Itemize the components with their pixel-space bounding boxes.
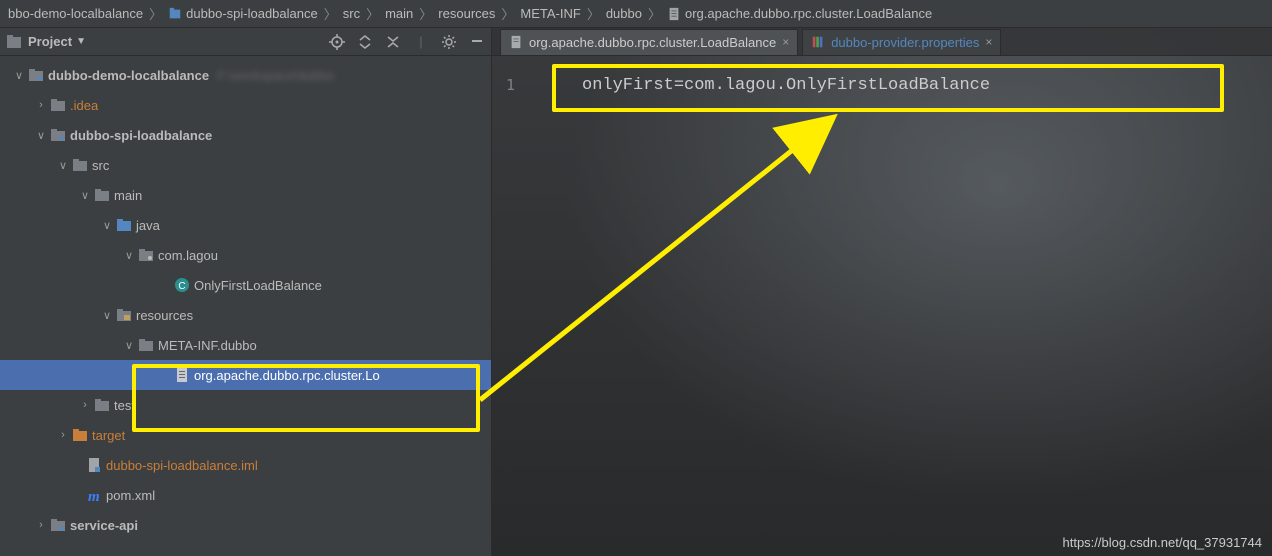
tree-item[interactable]: ∨ META-INF.dubbo: [0, 330, 491, 360]
crumb[interactable]: org.apache.dubbo.rpc.cluster.LoadBalance: [665, 6, 934, 21]
tree-item[interactable]: › service-api: [0, 510, 491, 540]
module-icon: [28, 67, 44, 83]
project-tree[interactable]: ∨ dubbo-demo-localbalance F:\workspace\d…: [0, 56, 491, 556]
module-icon: [168, 7, 182, 21]
crumb[interactable]: dubbo: [604, 6, 644, 21]
expand-all-icon[interactable]: [357, 34, 373, 50]
tree-item[interactable]: dubbo-spi-loadbalance.iml: [0, 450, 491, 480]
editor-tab-active[interactable]: org.apache.dubbo.rpc.cluster.LoadBalance…: [500, 29, 798, 55]
tree-root[interactable]: ∨ dubbo-demo-localbalance F:\workspace\d…: [0, 60, 491, 90]
folder-icon: [94, 397, 110, 413]
file-icon: [667, 7, 681, 21]
target-folder-icon: [72, 427, 88, 443]
iml-icon: [86, 457, 102, 473]
file-icon: [509, 35, 523, 49]
module-icon: [50, 517, 66, 533]
tree-item[interactable]: C OnlyFirstLoadBalance: [0, 270, 491, 300]
project-toolbar: Project ▼ |: [0, 28, 491, 56]
gear-icon[interactable]: [441, 34, 457, 50]
folder-icon: [94, 187, 110, 203]
class-icon: C: [174, 277, 190, 293]
tree-item[interactable]: m pom.xml: [0, 480, 491, 510]
project-view-selector[interactable]: Project ▼: [28, 34, 329, 49]
tree-item[interactable]: ∨ com.lagou: [0, 240, 491, 270]
file-icon: [174, 367, 190, 383]
close-icon[interactable]: ×: [782, 35, 789, 49]
editor-tab[interactable]: dubbo-provider.properties ×: [802, 29, 1001, 55]
collapse-all-icon[interactable]: [385, 34, 401, 50]
editor-area[interactable]: 1 onlyFirst=com.lagou.OnlyFirstLoadBalan…: [492, 56, 1272, 556]
tree-item[interactable]: ∨ resources: [0, 300, 491, 330]
editor-tabs: org.apache.dubbo.rpc.cluster.LoadBalance…: [492, 28, 1272, 56]
tree-item[interactable]: ∨ src: [0, 150, 491, 180]
tree-item[interactable]: › .idea: [0, 90, 491, 120]
resources-folder-icon: [116, 307, 132, 323]
crumb-sep: 〉: [145, 4, 166, 23]
svg-text:m: m: [88, 489, 100, 503]
hide-icon[interactable]: [469, 34, 485, 50]
maven-icon: m: [86, 487, 102, 503]
folder-icon: [138, 337, 154, 353]
tree-item[interactable]: ∨ java: [0, 210, 491, 240]
tree-item[interactable]: ∨ dubbo-spi-loadbalance: [0, 120, 491, 150]
tree-item[interactable]: › test: [0, 390, 491, 420]
crumb[interactable]: bbo-demo-localbalance: [6, 6, 145, 21]
code-line[interactable]: onlyFirst=com.lagou.OnlyFirstLoadBalance: [582, 76, 990, 95]
module-icon: [50, 127, 66, 143]
crumb[interactable]: src: [341, 6, 362, 21]
close-icon[interactable]: ×: [985, 35, 992, 49]
crumb[interactable]: main: [383, 6, 415, 21]
package-icon: [138, 247, 154, 263]
breadcrumb-bar: bbo-demo-localbalance 〉 dubbo-spi-loadba…: [0, 0, 1272, 28]
folder-icon: [72, 157, 88, 173]
locate-icon[interactable]: [329, 34, 345, 50]
src-folder-icon: [116, 217, 132, 233]
properties-icon: [811, 35, 825, 49]
project-icon: [6, 34, 22, 50]
tree-item-selected[interactable]: org.apache.dubbo.rpc.cluster.Lo: [0, 360, 491, 390]
line-number: 1: [506, 76, 515, 94]
tree-item[interactable]: ∨ main: [0, 180, 491, 210]
folder-icon: [50, 97, 66, 113]
crumb[interactable]: dubbo-spi-loadbalance: [166, 6, 320, 21]
svg-text:C: C: [178, 281, 185, 292]
tree-item[interactable]: › target: [0, 420, 491, 450]
watermark: https://blog.csdn.net/qq_37931744: [1063, 535, 1263, 550]
crumb[interactable]: resources: [436, 6, 497, 21]
crumb[interactable]: META-INF: [518, 6, 582, 21]
editor-pane: org.apache.dubbo.rpc.cluster.LoadBalance…: [492, 28, 1272, 556]
project-tool-window: Project ▼ |: [0, 28, 492, 556]
dropdown-icon: ▼: [76, 36, 86, 47]
